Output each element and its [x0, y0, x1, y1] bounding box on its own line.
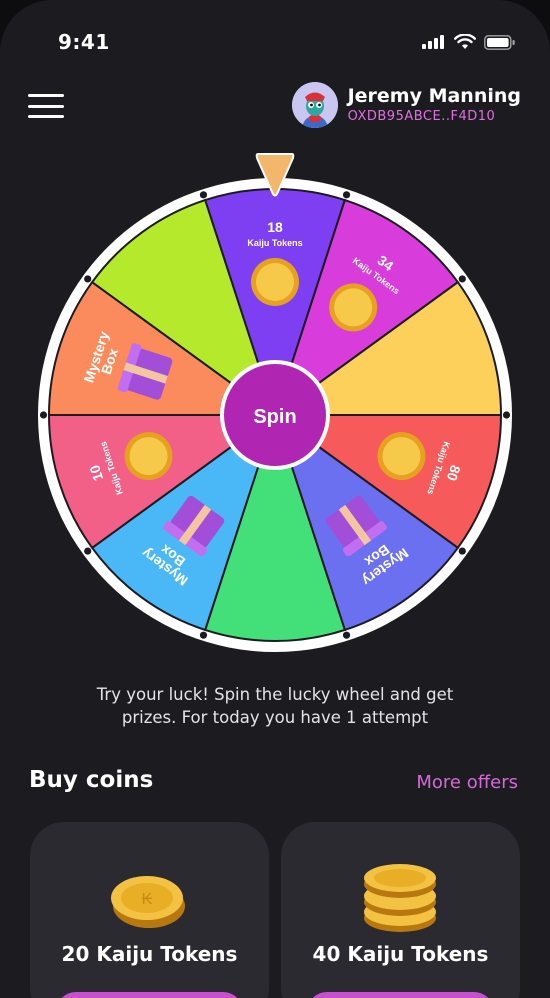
- avatar[interactable]: [291, 82, 338, 128]
- buy-coins-title: Buy coins: [29, 767, 154, 793]
- wheel-rim-dot: [84, 547, 92, 555]
- wheel-rim-dot: [342, 631, 351, 639]
- wheel-rim-dot: [39, 411, 48, 419]
- wheel-rim-dot: [84, 275, 92, 283]
- wheel-graphic[interactable]: 18Kaiju Tokens34Kaiju Tokens80Kaiju Toke…: [30, 150, 520, 670]
- phone-screen: 9:41 Jeremy Manning OXDB95ABCE..F4D10 18…: [0, 0, 550, 998]
- wheel-tagline: Try your luck! Spin the lucky wheel and …: [0, 683, 550, 729]
- status-bar: 9:41: [0, 0, 550, 90]
- more-offers-link[interactable]: More offers: [416, 772, 518, 793]
- signal-icon: [422, 35, 444, 49]
- segment-label: Kaiju Tokens: [247, 238, 302, 248]
- wheel-rim-dot: [458, 275, 466, 283]
- wheel-rim-dot: [502, 411, 511, 419]
- coin-stack-icon: ₭: [111, 876, 185, 928]
- segment-value: 18: [267, 219, 283, 235]
- wheel-rim-dot: [199, 191, 208, 199]
- wheel-rim-dot: [458, 547, 466, 555]
- tagline-line-1: Try your luck! Spin the lucky wheel and …: [96, 685, 454, 704]
- user-profile[interactable]: Jeremy Manning OXDB95ABCE..F4D10: [291, 82, 521, 128]
- coin-stack-icon: [364, 864, 436, 932]
- status-icons: [422, 34, 516, 50]
- wheel-rim-dot: [342, 191, 351, 199]
- user-info: Jeremy Manning OXDB95ABCE..F4D10: [348, 84, 521, 126]
- offer-title: 20 Kaiju Tokens: [61, 942, 238, 966]
- coin-offer-card[interactable]: ₭ 20 Kaiju Tokens: [30, 822, 269, 998]
- svg-text:₭: ₭: [142, 891, 153, 908]
- buy-button[interactable]: [56, 992, 243, 998]
- wifi-icon: [454, 34, 476, 49]
- coin-offer-card[interactable]: 40 Kaiju Tokens: [281, 822, 520, 998]
- tagline-line-2: prizes. For today you have 1 attempt: [121, 708, 429, 727]
- coin-face: [256, 263, 294, 301]
- spin-label[interactable]: Spin: [253, 406, 296, 428]
- menu-icon[interactable]: [28, 94, 64, 118]
- wallet-address: OXDB95ABCE..F4D10: [347, 109, 496, 124]
- buy-button[interactable]: [307, 992, 494, 998]
- wheel-rim-dot: [199, 631, 208, 639]
- status-time: 9:41: [58, 30, 110, 54]
- prize-wheel[interactable]: 18 Kaiju Tokens 34 Kaiju Tokens 80 Kaiju Toke…: [30, 150, 520, 670]
- user-name: Jeremy Manning: [347, 85, 521, 107]
- battery-icon: [484, 34, 515, 50]
- offer-title: 40 Kaiju Tokens: [312, 942, 489, 966]
